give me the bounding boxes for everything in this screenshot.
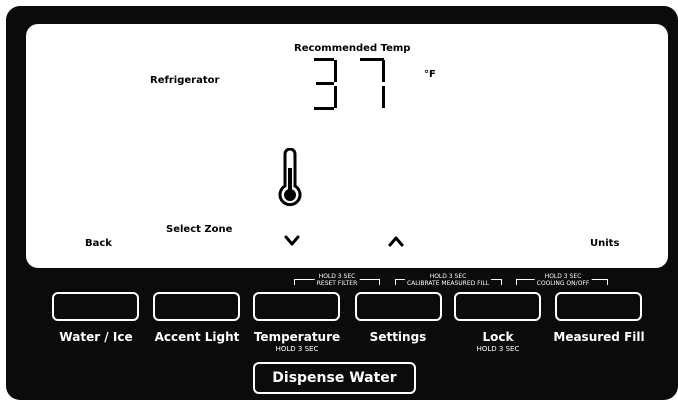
measured-fill-label: Measured Fill — [553, 330, 645, 344]
temperature-label: Temperature — [253, 330, 341, 344]
water-ice-label: Water / Ice — [59, 330, 133, 344]
chevron-down-icon[interactable] — [283, 234, 301, 248]
temperature-button[interactable] — [253, 292, 340, 321]
hold-label-cooling: HOLD 3 SEC COOLING ON/OFF — [534, 273, 592, 287]
units-button[interactable]: Units — [590, 238, 619, 249]
dispense-water-button[interactable]: Dispense Water — [253, 362, 416, 394]
water-ice-button[interactable] — [52, 292, 139, 321]
temperature-digit-ones — [358, 58, 388, 110]
temperature-hold-label: HOLD 3 SEC — [275, 345, 319, 353]
hold-label-calibrate: HOLD 3 SEC CALIBRATE MEASURED FILL — [404, 273, 492, 287]
hold-label-reset-filter: HOLD 3 SEC RESET FILTER — [314, 273, 360, 287]
chevron-up-icon[interactable] — [387, 234, 405, 248]
accent-light-button[interactable] — [153, 292, 240, 321]
zone-label: Refrigerator — [150, 75, 220, 86]
recommended-temp-label: Recommended Temp — [294, 43, 411, 54]
temperature-digit-tens — [310, 58, 340, 110]
settings-button[interactable] — [355, 292, 442, 321]
temperature-unit: °F — [424, 69, 436, 80]
thermometer-icon — [278, 148, 302, 207]
lock-button[interactable] — [454, 292, 541, 321]
select-zone-label: Select Zone — [166, 224, 233, 235]
back-button[interactable]: Back — [85, 238, 112, 249]
accent-light-label: Accent Light — [154, 330, 240, 344]
display-screen: Recommended Temp Refrigerator °F Select … — [26, 24, 668, 268]
measured-fill-button[interactable] — [555, 292, 642, 321]
lock-hold-label: HOLD 3 SEC — [476, 345, 520, 353]
lock-label: Lock — [482, 330, 514, 344]
settings-label: Settings — [369, 330, 427, 344]
